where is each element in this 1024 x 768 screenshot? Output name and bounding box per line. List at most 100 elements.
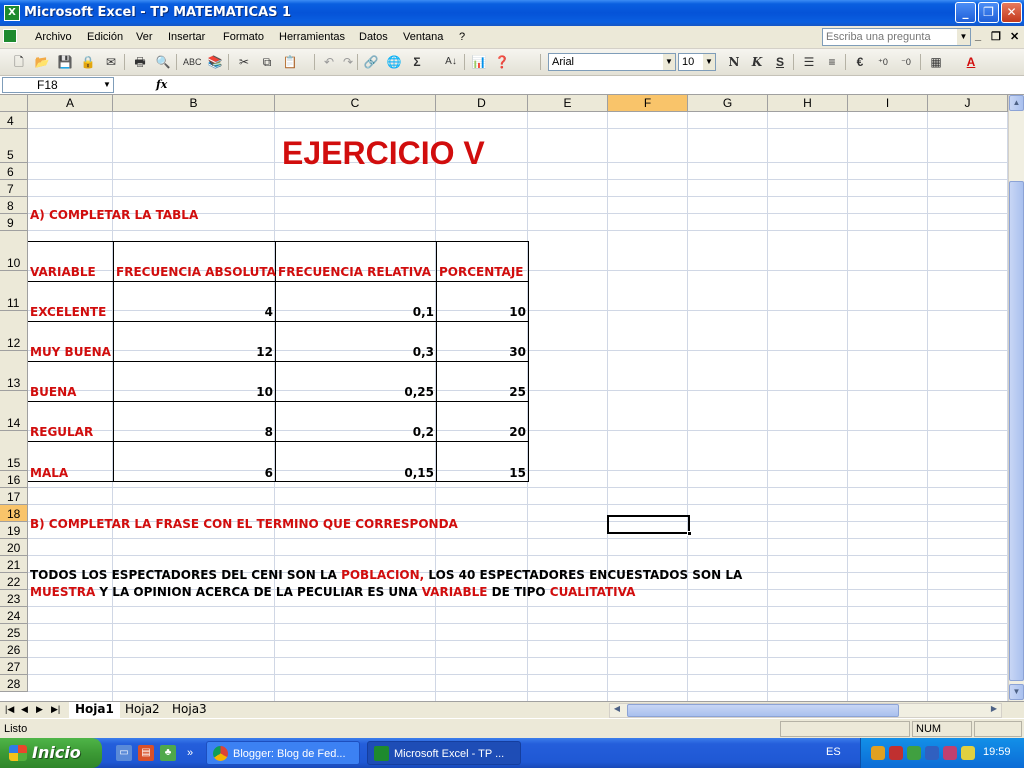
restore-button[interactable]: ❐	[978, 2, 999, 23]
column-header-d[interactable]: D	[436, 95, 528, 112]
hyperlink-icon[interactable]: 🔗	[362, 53, 380, 71]
table-cell-frecuencia-relativa[interactable]: 0,25	[277, 385, 434, 399]
chevron-down-icon[interactable]: ▼	[703, 54, 715, 70]
chevron-down-icon[interactable]: ▼	[957, 29, 970, 45]
underline-button[interactable]: S	[771, 53, 789, 71]
table-cell-variable[interactable]: REGULAR	[30, 425, 93, 439]
table-cell-porcentaje[interactable]: 30	[438, 345, 526, 359]
table-cell-frecuencia-relativa[interactable]: 0,1	[277, 305, 434, 319]
row-header-25[interactable]: 25	[0, 624, 28, 641]
copy-icon[interactable]: ⧉	[258, 53, 276, 71]
menu-formato[interactable]: Formato	[223, 31, 264, 43]
bold-button[interactable]: N	[725, 53, 743, 71]
horizontal-scroll-thumb[interactable]	[627, 704, 899, 717]
row-header-26[interactable]: 26	[0, 641, 28, 658]
spelling-icon[interactable]: ABC	[183, 53, 202, 71]
doc-close-button[interactable]: ✕	[1010, 30, 1019, 43]
selected-cell-f18[interactable]	[607, 515, 692, 536]
quicklaunch-app-icon[interactable]: ▤	[138, 745, 154, 761]
table-cell-frecuencia-absoluta[interactable]: 4	[115, 305, 273, 319]
menu-help[interactable]: ?	[459, 31, 465, 43]
chevron-down-icon[interactable]: ▼	[663, 54, 675, 70]
undo-icon[interactable]: ↶	[320, 53, 338, 71]
tab-hoja2[interactable]: Hoja2	[119, 702, 166, 718]
decrease-decimal-icon[interactable]: ⁻0	[897, 53, 915, 71]
menu-ver[interactable]: Ver	[136, 31, 153, 43]
align-center-icon[interactable]: ≡	[823, 53, 841, 71]
permission-icon[interactable]: 🔒	[79, 53, 97, 71]
table-cell-porcentaje[interactable]: 20	[438, 425, 526, 439]
table-cell-porcentaje[interactable]: 15	[438, 466, 526, 480]
table-cell-variable[interactable]: BUENA	[30, 385, 76, 399]
column-header-h[interactable]: H	[768, 95, 848, 112]
table-cell-frecuencia-absoluta[interactable]: 8	[115, 425, 273, 439]
tray-app-icon[interactable]	[907, 746, 921, 760]
show-desktop-icon[interactable]: ▭	[116, 745, 132, 761]
menu-edicion[interactable]: Edición	[87, 31, 123, 43]
clock[interactable]: 19:59	[983, 746, 1011, 758]
menu-ventana[interactable]: Ventana	[403, 31, 443, 43]
column-header-i[interactable]: I	[848, 95, 928, 112]
save-icon[interactable]: 💾	[56, 53, 74, 71]
row-header-7[interactable]: 7	[0, 180, 28, 197]
column-header-a[interactable]: A	[28, 95, 113, 112]
name-box[interactable]: F18 ▼	[2, 77, 114, 93]
row-header-6[interactable]: 6	[0, 163, 28, 180]
email-icon[interactable]: ✉	[102, 53, 120, 71]
table-cell-frecuencia-relativa[interactable]: 0,3	[277, 345, 434, 359]
row-header-10[interactable]: 10	[0, 231, 28, 271]
currency-euro-icon[interactable]: €	[851, 53, 869, 71]
formula-input[interactable]	[172, 78, 1022, 93]
row-header-22[interactable]: 22	[0, 573, 28, 590]
table-cell-frecuencia-relativa[interactable]: 0,15	[277, 466, 434, 480]
row-header-20[interactable]: 20	[0, 539, 28, 556]
column-header-g[interactable]: G	[688, 95, 768, 112]
start-button[interactable]: Inicio	[0, 738, 102, 768]
row-header-24[interactable]: 24	[0, 607, 28, 624]
column-header-b[interactable]: B	[113, 95, 275, 112]
excel-app-icon[interactable]: X	[4, 5, 20, 21]
help-search-input[interactable]: Escriba una pregunta ▼	[822, 28, 971, 46]
row-header-17[interactable]: 17	[0, 488, 28, 505]
close-button[interactable]: ✕	[1001, 2, 1022, 23]
column-header-j[interactable]: J	[928, 95, 1008, 112]
taskbar-button-excel[interactable]: Microsoft Excel - TP ...	[367, 741, 521, 765]
prev-sheet-icon[interactable]: ◀	[21, 704, 28, 715]
table-cell-frecuencia-absoluta[interactable]: 10	[115, 385, 273, 399]
minimize-button[interactable]: _	[955, 2, 976, 23]
tray-app-icon[interactable]	[943, 746, 957, 760]
align-left-icon[interactable]: ☰	[800, 53, 818, 71]
font-size-select[interactable]: 10 ▼	[678, 53, 716, 71]
scroll-right-icon[interactable]: ▶	[987, 704, 1001, 713]
table-cell-porcentaje[interactable]: 10	[438, 305, 526, 319]
taskbar-button-blogger[interactable]: Blogger: Blog de Fed...	[206, 741, 360, 765]
table-cell-frecuencia-absoluta[interactable]: 6	[115, 466, 273, 480]
column-header-c[interactable]: C	[275, 95, 436, 112]
font-name-select[interactable]: Arial ▼	[548, 53, 676, 71]
table-cell-porcentaje[interactable]: 25	[438, 385, 526, 399]
scroll-up-icon[interactable]: ▲	[1009, 95, 1024, 111]
row-header-12[interactable]: 12	[0, 311, 28, 351]
font-color-icon[interactable]: A	[962, 53, 980, 71]
italic-button[interactable]: K	[748, 53, 766, 71]
column-header-f[interactable]: F	[608, 95, 688, 112]
scroll-down-icon[interactable]: ▼	[1009, 684, 1024, 700]
row-header-11[interactable]: 11	[0, 271, 28, 311]
borders-icon[interactable]: ▦	[927, 53, 945, 71]
column-header-e[interactable]: E	[528, 95, 608, 112]
cut-icon[interactable]: ✂	[235, 53, 253, 71]
table-cell-variable[interactable]: MUY BUENA	[30, 345, 111, 359]
tray-app-icon[interactable]	[961, 746, 975, 760]
row-header-18[interactable]: 18	[0, 505, 28, 522]
menu-insertar[interactable]: Insertar	[168, 31, 205, 43]
spreadsheet-grid[interactable]: ABCDEFGHIJ 4 5 6 7 8 9 10 11 12 13 14 15 16 17 18 19 20 2…	[0, 95, 1008, 701]
last-sheet-icon[interactable]: ▶|	[51, 704, 60, 715]
row-header-4[interactable]: 4	[0, 112, 28, 129]
vertical-scroll-thumb[interactable]	[1009, 181, 1024, 681]
new-document-icon[interactable]: 🗋	[10, 53, 28, 71]
quicklaunch-expand-icon[interactable]: »	[182, 745, 198, 761]
help-icon[interactable]: ❓	[493, 53, 511, 71]
row-header-21[interactable]: 21	[0, 556, 28, 573]
workbook-icon[interactable]	[3, 29, 17, 43]
table-cell-variable[interactable]: EXCELENTE	[30, 305, 106, 319]
